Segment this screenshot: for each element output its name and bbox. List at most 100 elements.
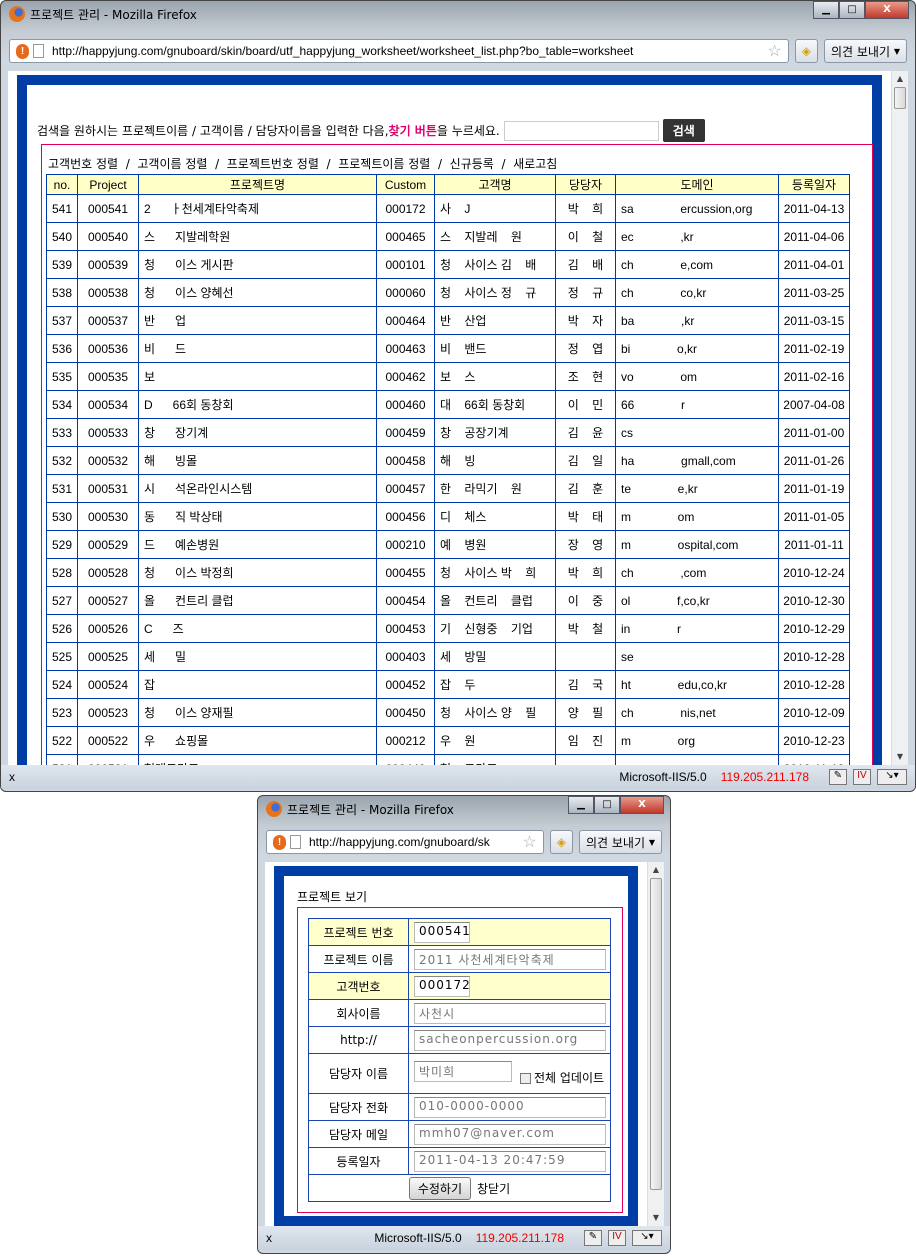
table-row[interactable]: 524 000524 잡 000452 잡 두김 국 ht edu,co,kr 2010-1… <box>46 670 850 699</box>
cell-project-name[interactable]: 창 장기계 <box>138 418 377 447</box>
table-row[interactable]: 527 000527 올 컨트리 클럽 000454 올 컨트리 클럽 이 중 ol f,c… <box>46 586 850 615</box>
tool-dropdown-icon[interactable]: ↘▾ <box>877 769 907 785</box>
close-button[interactable]: X <box>620 796 664 814</box>
sort-link[interactable]: 신규등록 <box>450 157 494 171</box>
maximize-button[interactable]: □ <box>594 796 620 814</box>
cell-project-name[interactable]: 반 업 <box>138 306 377 335</box>
feedback-button[interactable]: 의견 보내기 ▼ <box>824 39 907 63</box>
sort-link[interactable]: 프로젝트이름 정렬 <box>338 157 430 171</box>
field-input[interactable]: mmh07@naver.com <box>414 1123 606 1145</box>
scroll-up-icon[interactable]: ▲ <box>892 71 908 87</box>
update-all-label[interactable]: 전체 업데이트 <box>534 1071 604 1085</box>
scroll-up-icon[interactable]: ▲ <box>648 862 664 878</box>
column-header[interactable]: no. <box>46 174 78 195</box>
table-row[interactable]: 530 000530 동 직 박상태 000456 디 체스 박 태m om 2011-01… <box>46 502 850 531</box>
popup-url-bar[interactable]: ! http://happyjung.com/gnuboard/sk ☆ <box>266 830 544 854</box>
column-header[interactable]: Custom <box>376 174 435 195</box>
table-row[interactable]: 525 000525 세 밀 000403 세 방밀 se 2010-12-28 <box>46 642 850 671</box>
update-all-checkbox[interactable] <box>520 1073 531 1084</box>
table-row[interactable]: 533 000533 창 장기계 000459 창 공장기계 김 윤 cs 2011-01-0… <box>46 418 850 447</box>
scroll-thumb[interactable] <box>894 87 906 109</box>
bookmark-star-icon[interactable]: ☆ <box>522 832 536 852</box>
table-row[interactable]: 535 000535 보 000462 보 스조 현 vo om 2011-02-16 <box>46 362 850 391</box>
cell-project-name[interactable]: D 66회 동창회 <box>138 390 377 419</box>
table-row[interactable]: 536 000536 비 드 000463 비 밴드 정 엽 bi o,kr 2011-02-… <box>46 334 850 363</box>
cell-project-name[interactable]: 잡 <box>138 670 377 699</box>
tool-dropdown-icon[interactable]: ↘▾ <box>632 1230 662 1246</box>
sort-link[interactable]: 고객번호 정렬 <box>48 157 118 171</box>
popup-scrollbar[interactable]: ▲ ▼ <box>647 862 664 1226</box>
cell-project-name[interactable]: 현대드라고 <box>138 754 377 765</box>
cell-project-name[interactable]: 청 이스 박정희 <box>138 558 377 587</box>
iv-icon[interactable]: IV <box>853 769 871 785</box>
cell-project-name[interactable]: 드 예손병원 <box>138 530 377 559</box>
cell-project-name[interactable]: 청 이스 양혜선 <box>138 278 377 307</box>
column-header[interactable]: 고객명 <box>434 174 556 195</box>
cell-project-name[interactable]: 청 이스 양재필 <box>138 698 377 727</box>
cell-project-name[interactable]: 해 빙몰 <box>138 446 377 475</box>
status-close-icon[interactable]: x <box>9 770 15 784</box>
scroll-down-icon[interactable]: ▼ <box>648 1210 664 1226</box>
bookmark-star-icon[interactable]: ☆ <box>767 41 781 61</box>
field-input[interactable]: 2011 사천세계타악축제 <box>414 948 606 970</box>
field-input[interactable]: 000172 <box>414 975 470 997</box>
cell-project-name[interactable]: 2 ㅏ천세계타악축제 <box>138 194 377 223</box>
table-row[interactable]: 529 000529 드 예손병원 000210 예 병원 장 영m ospital,co… <box>46 530 850 559</box>
edit-button[interactable]: 수정하기 <box>408 1176 472 1200</box>
scroll-down-icon[interactable]: ▼ <box>892 749 908 765</box>
field-input[interactable]: sacheonpercussion.org <box>414 1029 606 1051</box>
site-identity-icon[interactable]: ! <box>273 834 286 850</box>
column-header[interactable]: 당당자 <box>555 174 616 195</box>
table-row[interactable]: 528 000528 청 이스 박정희 000455 청 사이스 박 희박 희 ch ,c… <box>46 558 850 587</box>
field-input[interactable]: 사천시 <box>414 1002 606 1024</box>
column-header[interactable]: Project <box>77 174 139 195</box>
column-header[interactable]: 프로젝트명 <box>138 174 377 195</box>
sort-link[interactable]: 새로고침 <box>513 157 557 171</box>
field-input[interactable]: 010-0000-0000 <box>414 1096 606 1118</box>
vertical-scrollbar[interactable]: ▲ ▼ <box>891 71 908 765</box>
cell-project-name[interactable]: C 즈 <box>138 614 377 643</box>
cell-project-name[interactable]: 동 직 박상태 <box>138 502 377 531</box>
sort-link[interactable]: 프로젝트번호 정렬 <box>227 157 319 171</box>
cell-project-name[interactable]: 청 이스 게시판 <box>138 250 377 279</box>
feedback-button[interactable]: 의견 보내기 ▼ <box>579 830 662 854</box>
table-row[interactable]: 539 000539 청 이스 게시판 000101 청 사이스 김 배김 배 ch e,… <box>46 250 850 279</box>
close-button[interactable]: X <box>865 1 909 19</box>
minimize-button[interactable]: ▁ <box>568 796 594 814</box>
addon-button[interactable]: ◈ <box>794 39 818 63</box>
table-row[interactable]: 531 000531 시 석온라인시스템 000457 한 라믹기 원김 훈 te e,k… <box>46 474 850 503</box>
table-row[interactable]: 521000521현대드라고000449현 드라고 2010-11-18 <box>46 754 850 765</box>
table-row[interactable]: 538 000538 청 이스 양혜선 000060 청 사이스 정 규정 규 ch co… <box>46 278 850 307</box>
close-window-link[interactable]: 창닫기 <box>477 1182 510 1196</box>
search-input[interactable] <box>503 120 659 141</box>
maximize-button[interactable]: □ <box>839 1 865 19</box>
table-row[interactable]: 540 000540 스 지발레학원 000465 스 지발레 원이 철 ec ,kr 20… <box>46 222 850 251</box>
column-header[interactable]: 등록일자 <box>778 174 850 195</box>
table-row[interactable]: 526 000526 C 즈 000453 기 신형중 기업 박 철 in r 2010-12… <box>46 614 850 643</box>
site-identity-icon[interactable]: ! <box>16 43 29 59</box>
pin-icon[interactable]: ✎ <box>584 1230 602 1246</box>
table-row[interactable]: 522 000522 우 쇼핑몰 000212 우 원임 진m org 2010-12-2… <box>46 726 850 755</box>
status-close-icon[interactable]: x <box>266 1231 272 1245</box>
pin-icon[interactable]: ✎ <box>829 769 847 785</box>
cell-project-name[interactable]: 시 석온라인시스템 <box>138 474 377 503</box>
column-header[interactable]: 도메인 <box>615 174 779 195</box>
scroll-thumb[interactable] <box>650 878 662 1190</box>
search-button[interactable]: 검색 <box>662 119 705 142</box>
addon-button[interactable]: ◈ <box>549 830 573 854</box>
field-input[interactable]: 박미희 <box>414 1061 512 1082</box>
table-row[interactable]: 541 000541 2 ㅏ천세계타악축제 000172 사 J박 희 sa ercuss… <box>46 194 850 223</box>
table-row[interactable]: 523 000523 청 이스 양재필 000450 청 사이스 양 필양 필 ch ni… <box>46 698 850 727</box>
iv-icon[interactable]: IV <box>608 1230 626 1246</box>
minimize-button[interactable]: ▁ <box>813 1 839 19</box>
table-row[interactable]: 534 000534 D 66회 동창회 000460 대 66회 동창회 이 민 66 r… <box>46 390 850 419</box>
cell-project-name[interactable]: 보 <box>138 362 377 391</box>
cell-project-name[interactable]: 스 지발레학원 <box>138 222 377 251</box>
cell-project-name[interactable]: 비 드 <box>138 334 377 363</box>
table-row[interactable]: 537 000537 반 업 000464 반 산업 박 자 ba ,kr 2011-03-1… <box>46 306 850 335</box>
cell-project-name[interactable]: 세 밀 <box>138 642 377 671</box>
sort-link[interactable]: 고객이름 정렬 <box>137 157 207 171</box>
url-bar[interactable]: ! http://happyjung.com/gnuboard/skin/boa… <box>9 39 789 63</box>
field-input[interactable]: 000541 <box>414 921 470 943</box>
field-input[interactable]: 2011-04-13 20:47:59 <box>414 1150 606 1172</box>
